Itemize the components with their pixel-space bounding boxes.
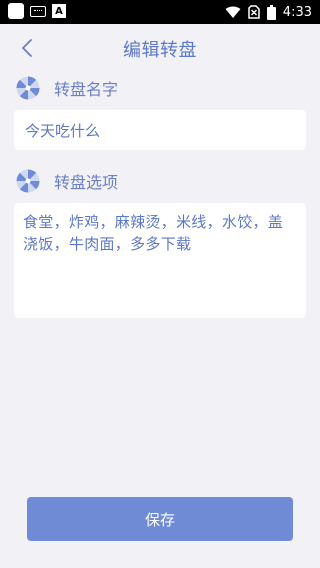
wheel-icon (16, 76, 40, 100)
keyboard-icon (30, 5, 46, 17)
wheel-icon (16, 169, 40, 193)
options-section-header: 转盘选项 (16, 168, 118, 194)
header: 编辑转盘 (0, 24, 320, 72)
wifi-icon (225, 6, 241, 18)
font-a-icon: A (52, 4, 66, 18)
page-title: 编辑转盘 (123, 40, 197, 61)
name-section-label: 转盘名字 (54, 80, 119, 99)
save-button[interactable]: 保存 (27, 497, 293, 541)
wheel-options-textarea[interactable]: 食堂，炸鸡，麻辣烫，米线，水饺，盖浇饭，牛肉面，多多下载 (14, 203, 306, 318)
name-section-header: 转盘名字 (16, 75, 118, 101)
status-time: 4:33 (282, 4, 312, 20)
battery-icon (266, 4, 276, 20)
wheel-name-input[interactable]: 今天吃什么 (14, 110, 306, 150)
no-sim-icon (248, 5, 260, 19)
options-section-label: 转盘选项 (54, 173, 119, 192)
app-notification-icon (8, 3, 24, 19)
status-bar: A 4:33 (0, 0, 320, 24)
